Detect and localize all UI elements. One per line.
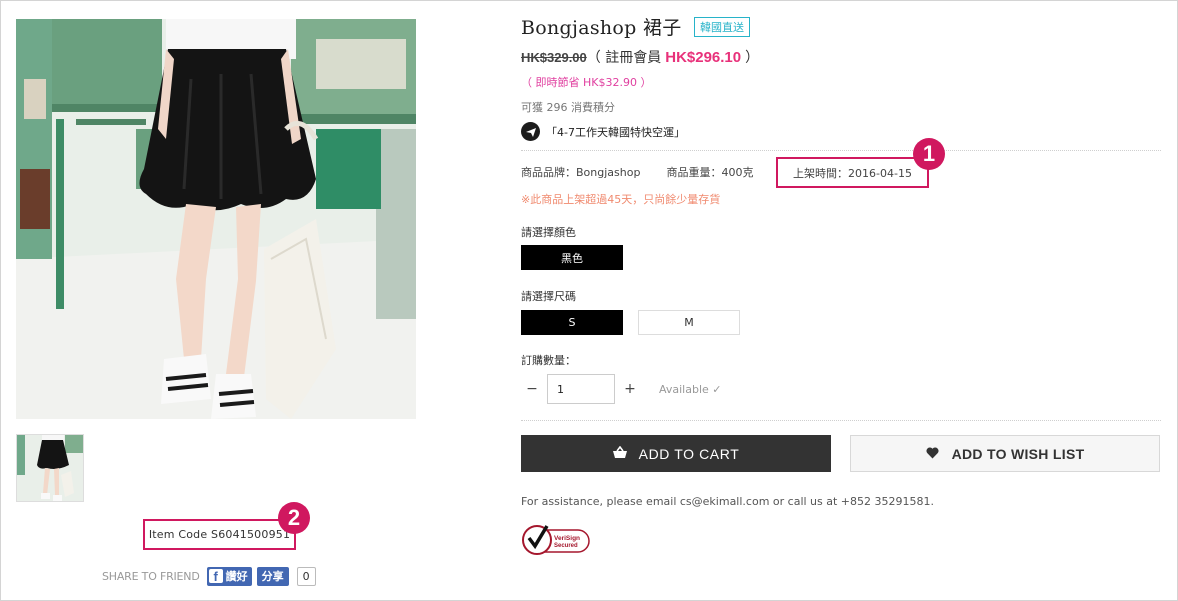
listing-date-text: 上架時間：2016-04-15 [793,166,912,180]
korea-direct-tag: 韓國直送 [694,17,750,37]
quantity-stepper: − + Available ✓ [521,374,722,404]
size-label: 請選擇尺碼 [521,290,576,303]
size-option-m[interactable]: M [638,310,740,335]
facebook-share-button[interactable]: 分享 [256,566,289,586]
svg-text:Secured: Secured [554,543,578,549]
airplane-icon [521,122,540,141]
shipping-text: 「4-7工作天韓國特快空運」 [546,125,685,139]
brand-text: 商品品牌：Bongjashop [521,166,641,179]
verisign-secured-seal: VeriSign Secured [521,522,591,556]
stock-warning: ※此商品上架超過45天，只尚餘少量存貨 [521,193,721,206]
product-meta: 商品品牌：Bongjashop 商品重量：400克 [521,164,753,180]
share-count: 0 [296,566,316,586]
product-main-image[interactable] [16,19,416,419]
share-label: SHARE TO FRIEND [102,569,200,583]
divider [521,420,1161,421]
quantity-minus-button[interactable]: − [521,381,543,397]
product-thumbnail[interactable] [16,434,84,502]
facebook-like-label: 讚好 [225,570,248,583]
item-code-text: Item Code S6041500951 [148,528,291,541]
color-label: 請選擇顏色 [521,226,576,239]
facebook-icon: f [208,569,223,583]
member-price-prefix: （ 註冊會員 [586,50,662,66]
shopping-basket-icon [612,445,627,462]
shipping-info: 「4-7工作天韓國特快空運」 [521,122,685,141]
item-code-box: Item Code S6041500951 [143,519,296,550]
heart-icon [926,446,939,462]
weight-text: 商品重量：400克 [666,166,754,179]
assistance-text: For assistance, please email cs@ekimall.… [521,495,934,508]
add-to-cart-label: ADD TO CART [638,445,740,462]
share-row: SHARE TO FRIEND f 讚好 分享 0 [102,566,316,586]
savings-text: （ 即時節省 HK$32.90 ） [521,76,652,89]
product-title: Bongjashop 裙子 [521,17,682,39]
quantity-plus-button[interactable]: + [619,381,641,397]
color-option-black[interactable]: 黑色 [521,245,623,270]
quantity-label: 訂購數量： [521,354,576,367]
svg-text:VeriSign: VeriSign [554,535,580,542]
add-to-wishlist-label: ADD TO WISH LIST [951,445,1085,462]
annotation-badge-2: 2 [278,502,310,534]
annotation-badge-1: 1 [913,138,945,170]
add-to-wishlist-button[interactable]: ADD TO WISH LIST [850,435,1160,472]
add-to-cart-button[interactable]: ADD TO CART [521,435,831,472]
facebook-like-button[interactable]: f 讚好 [206,566,252,586]
quantity-input[interactable] [547,374,615,404]
reward-points-text: 可獲 296 消費積分 [521,101,615,114]
size-option-s[interactable]: S [521,310,623,335]
price-row: HK$329.00 （ 註冊會員 HK$296.10 ） [521,47,759,67]
member-price: HK$296.10 [665,49,742,66]
original-price: HK$329.00 [521,50,587,65]
listing-date-box: 上架時間：2016-04-15 [776,157,929,188]
member-price-suffix: ） [745,50,760,66]
availability-text: Available ✓ [659,382,722,396]
divider [521,150,1161,151]
